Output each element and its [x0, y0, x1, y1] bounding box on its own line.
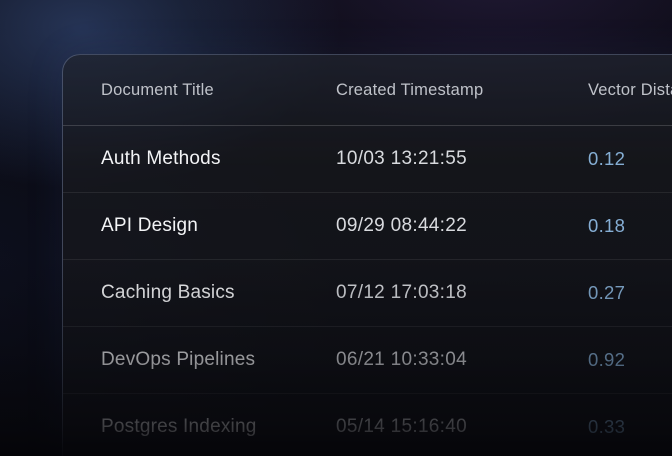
- row-created-timestamp: 07/12 17:03:18: [336, 282, 588, 304]
- column-header-document-title: Document Title: [101, 81, 336, 100]
- row-created-timestamp: 06/21 10:33:04: [336, 349, 588, 371]
- table-header-row: Document Title Created Timestamp Vector …: [63, 55, 672, 126]
- row-document-title: Caching Basics: [101, 282, 336, 304]
- row-created-timestamp: 09/29 08:44:22: [336, 215, 588, 237]
- screen: Document Title Created Timestamp Vector …: [0, 0, 672, 456]
- row-document-title: Auth Methods: [101, 148, 336, 170]
- column-header-created-timestamp: Created Timestamp: [336, 81, 588, 100]
- row-created-timestamp: 10/03 13:21:55: [336, 148, 588, 170]
- row-document-title: Postgres Indexing: [101, 416, 336, 438]
- row-vector-distance: 0.27: [588, 282, 672, 304]
- table-row[interactable]: DevOps Pipelines 06/21 10:33:04 0.92: [63, 327, 672, 394]
- table-body: Auth Methods 10/03 13:21:55 0.12 API Des…: [63, 126, 672, 456]
- table-row[interactable]: Postgres Indexing 05/14 15:16:40 0.33: [63, 394, 672, 456]
- row-vector-distance: 0.18: [588, 215, 672, 237]
- row-vector-distance: 0.92: [588, 349, 672, 371]
- column-header-vector-distance: Vector Distance: [588, 81, 672, 100]
- row-created-timestamp: 05/14 15:16:40: [336, 416, 588, 438]
- table-row[interactable]: Caching Basics 07/12 17:03:18 0.27: [63, 260, 672, 327]
- table-row[interactable]: API Design 09/29 08:44:22 0.18: [63, 193, 672, 260]
- table-row[interactable]: Auth Methods 10/03 13:21:55 0.12: [63, 126, 672, 193]
- row-vector-distance: 0.12: [588, 148, 672, 170]
- row-document-title: API Design: [101, 215, 336, 237]
- row-vector-distance: 0.33: [588, 416, 672, 438]
- row-document-title: DevOps Pipelines: [101, 349, 336, 371]
- documents-table-panel: Document Title Created Timestamp Vector …: [62, 54, 672, 456]
